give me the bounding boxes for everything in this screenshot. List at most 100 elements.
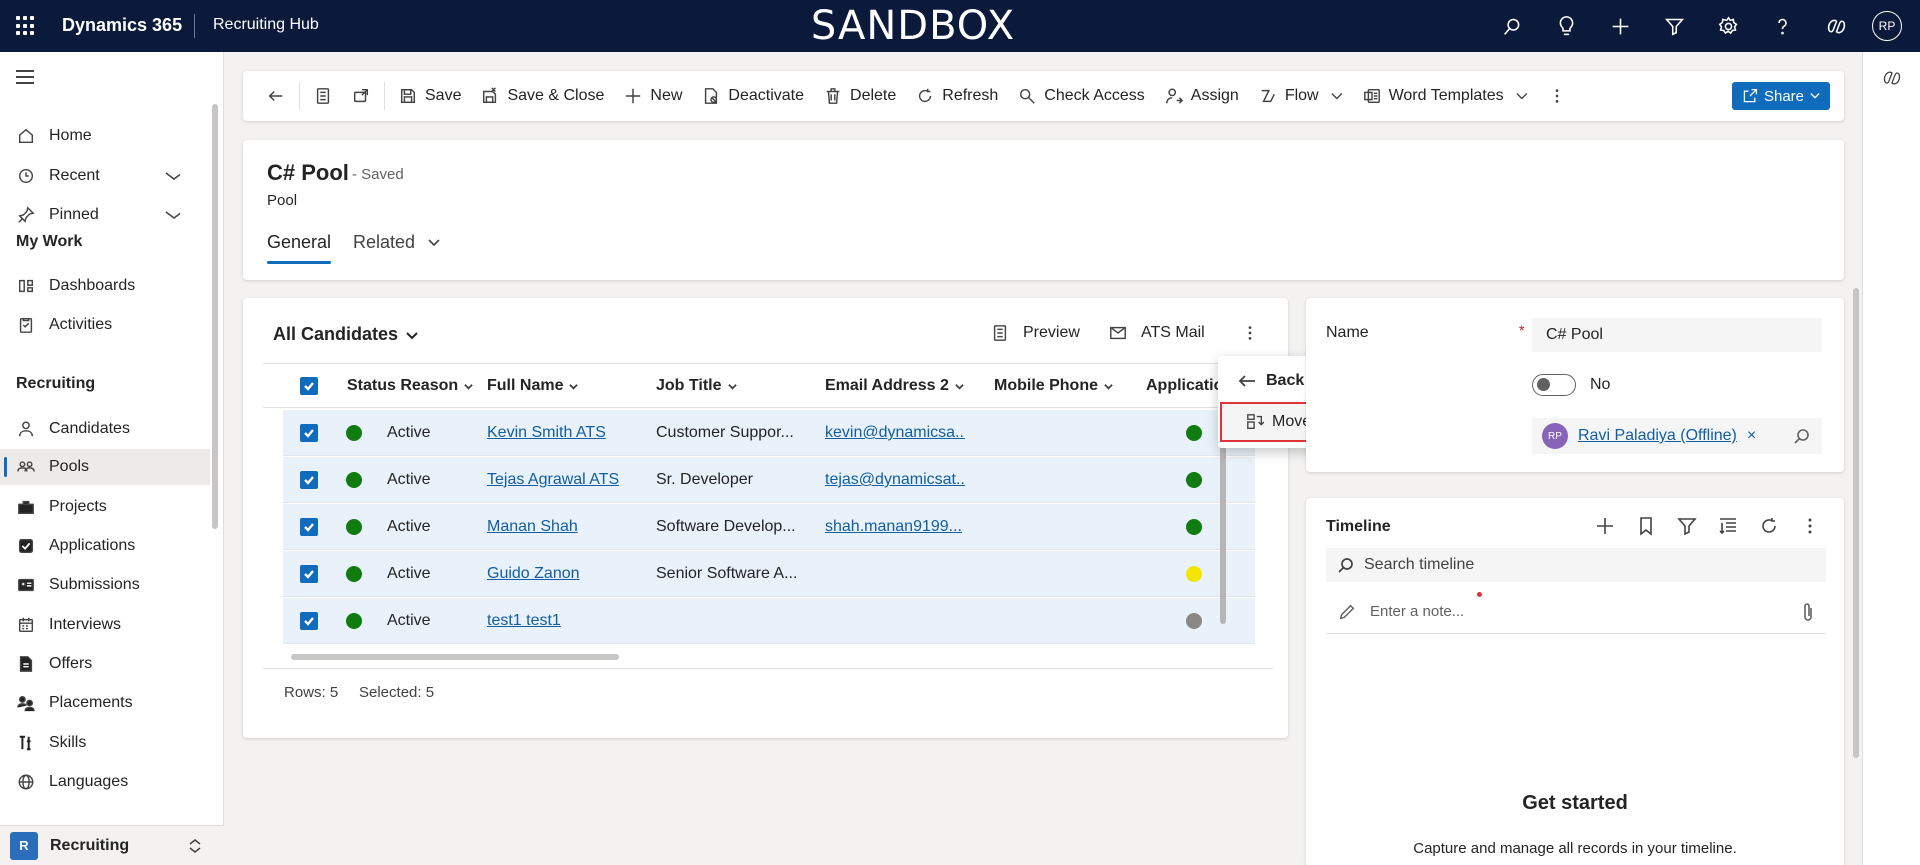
trash-icon [826, 88, 840, 104]
remove-owner-icon[interactable]: × [1747, 427, 1756, 445]
filter-icon[interactable] [1656, 11, 1692, 41]
more-grid-commands-button[interactable] [1241, 320, 1259, 346]
flyout-back-button[interactable]: Back [1238, 372, 1304, 390]
plus-icon[interactable] [1595, 516, 1615, 536]
save-status: - Saved [352, 166, 404, 183]
filter-icon[interactable] [1677, 516, 1697, 536]
sidebar-item-activities[interactable]: Activities [0, 307, 210, 343]
share-button[interactable]: Share [1732, 82, 1830, 110]
table-row[interactable]: Active Manan Shah Software Develop... sh… [283, 504, 1255, 550]
chevron-down-icon[interactable] [162, 209, 180, 221]
sidebar-item-placements[interactable]: Placements [0, 685, 210, 721]
sidebar-item-languages[interactable]: Languages [0, 764, 210, 800]
column-header-full-name[interactable]: Full Name [487, 377, 579, 395]
table-row[interactable]: Active Kevin Smith ATS Customer Suppor..… [283, 410, 1255, 456]
dashboard-icon [16, 276, 36, 296]
column-header-email-address-2[interactable]: Email Address 2 [825, 377, 964, 395]
row-checkbox[interactable] [300, 424, 318, 442]
sidebar-item-interviews[interactable]: Interviews [0, 607, 210, 643]
new-button[interactable]: New [614, 79, 692, 113]
attachment-icon[interactable] [1800, 602, 1816, 622]
tab-related[interactable]: Related [353, 232, 440, 253]
sidebar-item-offers[interactable]: Offers [0, 646, 210, 682]
column-header-mobile-phone[interactable]: Mobile Phone [994, 377, 1113, 395]
sidebar-item-dashboards[interactable]: Dashboards [0, 268, 210, 304]
open-in-new-window-button[interactable] [342, 79, 380, 113]
word-templates-button[interactable]: Word Templates [1353, 79, 1538, 113]
search-icon[interactable] [1794, 428, 1810, 444]
flow-button[interactable]: Flow [1249, 79, 1353, 113]
ats-mail-button[interactable]: ATS Mail [1109, 320, 1205, 346]
sidebar-item-skills[interactable]: Skills [0, 725, 210, 761]
sidebar-item-applications[interactable]: Applications [0, 528, 210, 564]
note-input[interactable]: Enter a note... [1326, 590, 1826, 634]
status-cell: Active [387, 518, 431, 535]
sort-list-icon[interactable] [1718, 516, 1738, 536]
sidebar-item-pools[interactable]: Pools [0, 449, 210, 485]
assign-button[interactable]: Assign [1155, 79, 1249, 113]
status-toggle[interactable] [1532, 374, 1576, 396]
select-all-checkbox[interactable] [300, 377, 318, 395]
table-row[interactable]: Active Tejas Agrawal ATS Sr. Developer t… [283, 457, 1255, 503]
table-row[interactable]: Active Guido Zanon Senior Software A... [283, 551, 1255, 597]
row-checkbox[interactable] [300, 518, 318, 536]
bookmark-icon[interactable] [1636, 516, 1656, 536]
sidebar-item-pinned[interactable]: Pinned [0, 197, 210, 233]
lightbulb-icon[interactable] [1548, 11, 1584, 41]
area-switcher[interactable]: R Recruiting [0, 825, 224, 865]
delete-button[interactable]: Delete [814, 79, 906, 113]
full-name-link[interactable]: Manan Shah [487, 518, 578, 536]
sidebar-scrollbar[interactable] [212, 104, 218, 529]
grid-horizontal-scrollbar[interactable] [291, 654, 619, 660]
tab-general[interactable]: General [267, 232, 332, 264]
owner-lookup-field[interactable]: RP Ravi Paladiya (Offline) × [1532, 418, 1822, 454]
deactivate-button[interactable]: Deactivate [692, 79, 814, 113]
email-link[interactable]: shah.manan9199... [825, 518, 965, 536]
search-icon[interactable] [1494, 11, 1530, 41]
refresh-icon[interactable] [1759, 516, 1779, 536]
preview-button[interactable]: Preview [991, 320, 1080, 346]
name-field[interactable]: C# Pool [1532, 318, 1822, 352]
key-search-icon [1020, 88, 1036, 104]
copilot-icon[interactable] [1818, 11, 1854, 41]
form-scrollbar[interactable] [1853, 288, 1859, 758]
row-checkbox[interactable] [300, 612, 318, 630]
sidebar-item-candidates[interactable]: Candidates [0, 411, 210, 447]
help-icon[interactable] [1764, 11, 1800, 41]
form-selector-button[interactable] [304, 79, 342, 113]
refresh-label: Refresh [942, 87, 999, 104]
hamburger-menu-icon[interactable] [16, 70, 34, 84]
full-name-link[interactable]: Guido Zanon [487, 565, 580, 583]
more-vertical-icon[interactable] [1800, 516, 1820, 536]
column-header-application[interactable]: Applicatio [1146, 377, 1226, 395]
timeline-search-input[interactable]: Search timeline [1326, 548, 1826, 582]
full-name-link[interactable]: Tejas Agrawal ATS [487, 471, 619, 489]
plus-icon[interactable] [1602, 11, 1638, 41]
user-avatar[interactable]: RP [1872, 11, 1902, 41]
owner-link[interactable]: Ravi Paladiya (Offline) [1578, 427, 1737, 445]
sidebar-item-recent[interactable]: Recent [0, 158, 210, 194]
view-selector[interactable]: All Candidates [273, 324, 418, 345]
full-name-link[interactable]: test1 test1 [487, 612, 561, 630]
back-button[interactable] [257, 79, 295, 113]
gear-icon[interactable] [1710, 11, 1746, 41]
full-name-link[interactable]: Kevin Smith ATS [487, 424, 606, 442]
refresh-button[interactable]: Refresh [906, 79, 1008, 113]
column-header-status-reason[interactable]: Status Reason [347, 377, 473, 395]
popout-icon [353, 88, 369, 103]
save-button[interactable]: Save [389, 79, 471, 113]
check-access-button[interactable]: Check Access [1008, 79, 1154, 113]
sidebar-item-home[interactable]: Home [0, 118, 210, 154]
column-header-job-title[interactable]: Job Title [656, 377, 737, 395]
sidebar-item-projects[interactable]: Projects [0, 489, 210, 525]
table-row[interactable]: Active test1 test1 [283, 598, 1255, 644]
sidebar-item-submissions[interactable]: Submissions [0, 567, 210, 603]
row-checkbox[interactable] [300, 471, 318, 489]
save-close-button[interactable]: Save & Close [471, 79, 614, 113]
more-commands-button[interactable] [1538, 79, 1584, 113]
chevron-down-icon[interactable] [162, 170, 180, 182]
copilot-icon[interactable] [1882, 68, 1902, 88]
row-checkbox[interactable] [300, 565, 318, 583]
email-link[interactable]: kevin@dynamicsa... [825, 424, 965, 442]
email-link[interactable]: tejas@dynamicsat... [825, 471, 965, 489]
